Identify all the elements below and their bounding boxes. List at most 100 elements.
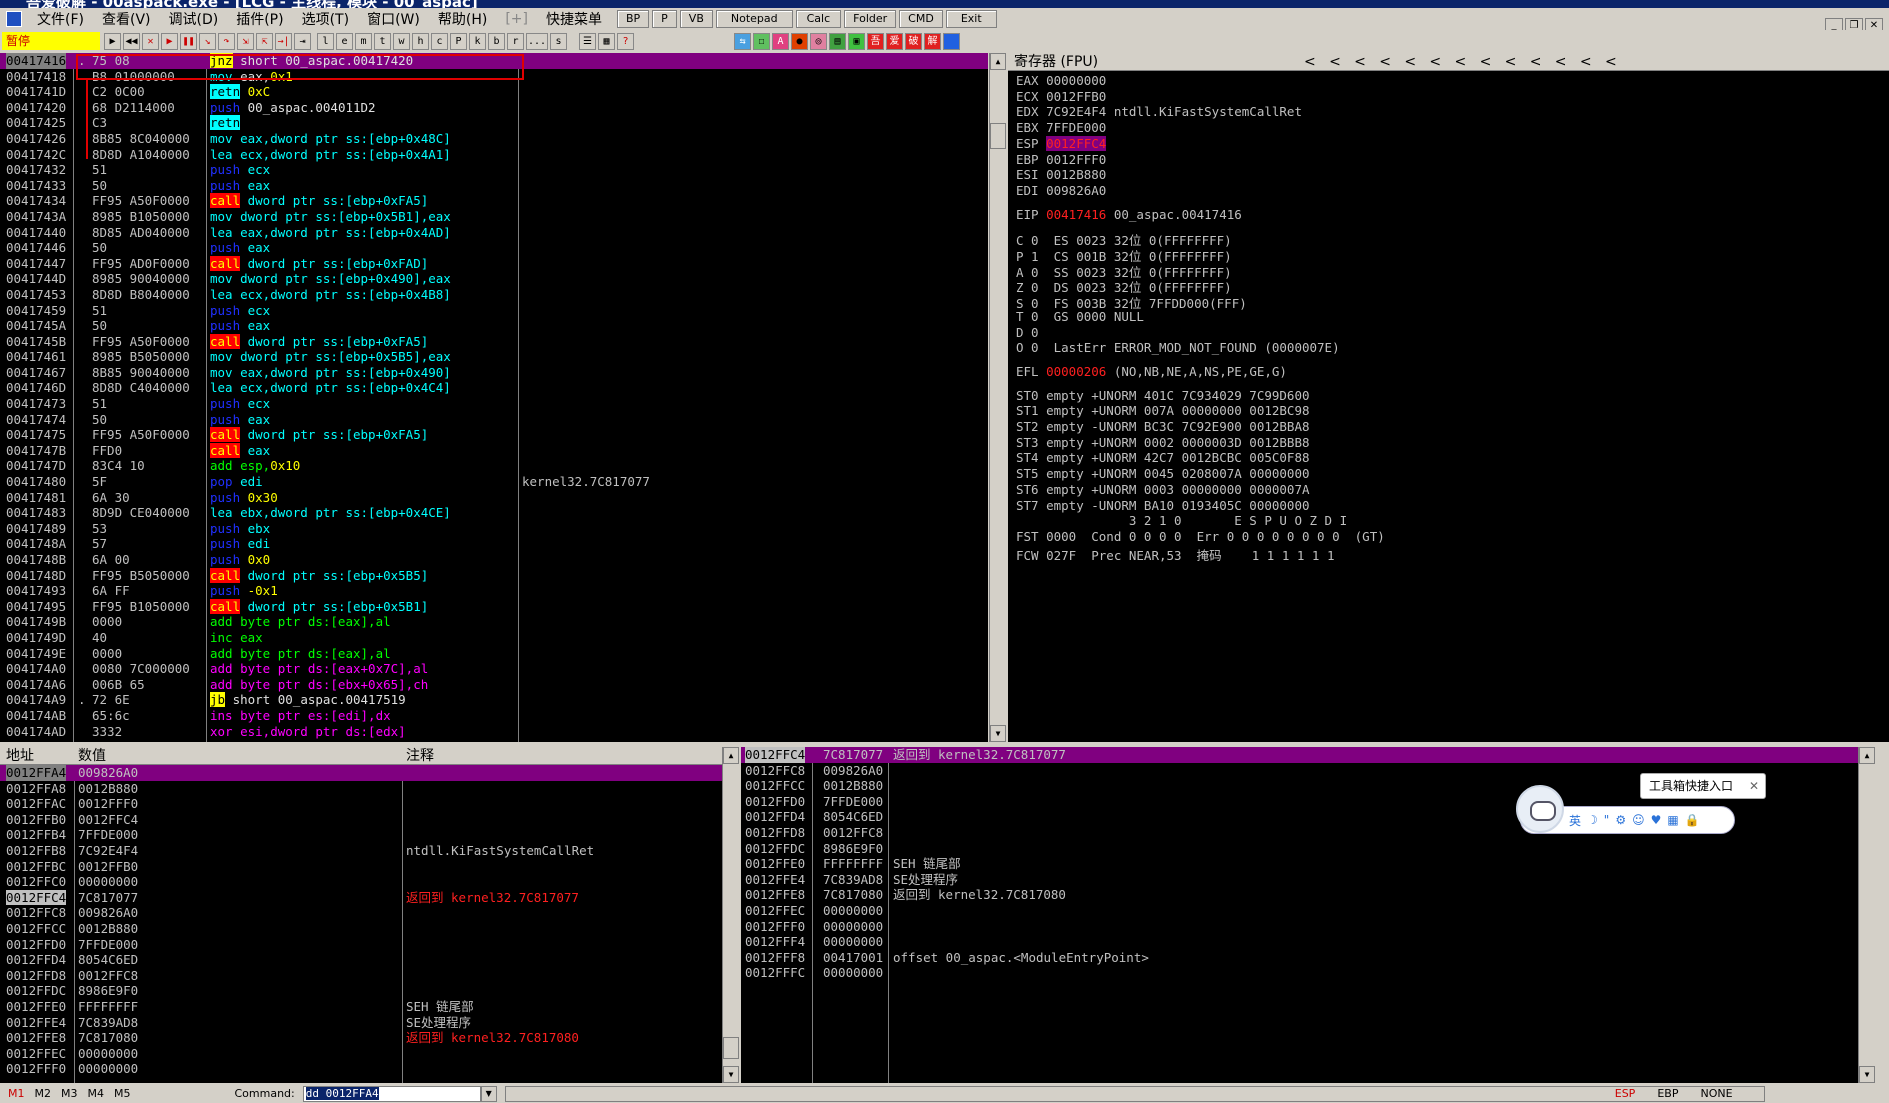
dump-row[interactable]: 0012FFB0 0012FFC4 [0,812,722,828]
stack-row[interactable]: 0012FFE4 7C839AD8 SE处理程序 [741,872,1858,888]
flag-line[interactable]: T 0 GS 0000 NULL [1016,309,1144,324]
scroll-up-icon[interactable]: ▲ [990,53,1006,70]
disasm-row[interactable]: 0041747B FFD0 call eax [0,442,988,459]
disasm-row[interactable]: 00417480 5F pop edi kernel32.7C817077 [0,474,988,490]
disasm-row[interactable]: 004174A9. 72 6E jb short 00_aspac.00417519 [0,692,988,708]
fpu-line[interactable]: ST0 empty +UNORM 401C 7C934029 7C99D600 [1016,388,1310,403]
disasm-row[interactable]: 004174AB 65:6c ins byte ptr es:[edi],dx [0,708,988,724]
registers-pane[interactable]: 寄存器 (FPU) < < < < < < < < < < < < < EAX … [1008,53,1889,742]
quick-folder-button[interactable]: Folder [844,9,897,28]
dump-row[interactable]: 0012FFB4 7FFDE000 [0,827,722,843]
quick-cmd-button[interactable]: CMD [899,9,943,28]
toolbox-close-icon[interactable]: ✕ [1749,774,1759,798]
disasm-row[interactable]: 00417475 FF95 A50F0000 call dword ptr ss:[… [0,427,988,443]
flag-line[interactable]: O 0 LastErr ERROR_MOD_NOT_FOUND (0000007… [1016,340,1340,355]
eip-line[interactable]: EIP 00417416 00_aspac.00417416 [1016,207,1242,222]
disasm-row[interactable]: 00417446 50 push eax [0,240,988,256]
disasm-row[interactable]: 004174A0 0080 7C000000 add byte ptr ds:[ea… [0,661,988,677]
toolbar-letter-b[interactable]: b [488,32,505,50]
dump-row[interactable]: 0012FFC8 009826A0 [0,905,722,921]
app-icon[interactable] [6,10,22,27]
disasm-row[interactable]: 00417440 8D85 AD040000 lea eax,dword ptr s… [0,225,988,241]
rewind-icon[interactable]: ◀◀ [123,32,140,50]
toolbar-letter-c[interactable]: c [431,32,448,50]
plugin-icon-5[interactable]: ◎ [810,32,827,50]
disasm-row[interactable]: 0041748B 6A 00 push 0x0 [0,552,988,568]
disasm-row[interactable]: 0041749D 40 inc eax [0,630,988,646]
quick-p-button[interactable]: P [652,9,677,28]
step-over-icon[interactable]: ↷ [218,32,235,50]
stack-row[interactable]: 0012FFE0 FFFFFFFF SEH 链尾部 [741,856,1858,872]
register-line[interactable]: EAX 00000000 [1016,73,1106,88]
toolbar-letter-dots[interactable]: ... [526,32,548,50]
dump-scroll-thumb[interactable] [723,1037,739,1059]
fpu-line[interactable]: ST3 empty +UNORM 0002 0000003D 0012BBB8 [1016,435,1310,450]
help-icon[interactable]: ? [617,32,634,50]
stack-scroll-down-icon[interactable]: ▼ [1859,1066,1875,1083]
close-process-icon[interactable]: ✕ [142,32,159,50]
disasm-row[interactable]: 0041746D 8D8D C4040000 lea ecx,dword ptr s… [0,380,988,396]
dump-row[interactable]: 0012FFF0 00000000 [0,1061,722,1077]
plugin-icon-3[interactable]: A [772,32,789,50]
stack-scroll-up-icon[interactable]: ▲ [1859,747,1875,764]
dump-col-value[interactable]: 数值 [78,747,106,765]
efl-line[interactable]: EFL 00000206 (NO,NB,NE,A,NS,PE,GE,G) [1016,364,1287,379]
goto-icon[interactable]: ⇥ [294,32,311,50]
flag-line[interactable]: D 0 [1016,325,1039,340]
register-line[interactable]: EDI 009826A0 [1016,183,1106,198]
fpu-line[interactable]: ST2 empty -UNORM BC3C 7C92E900 0012BBA8 [1016,419,1310,434]
dump-row[interactable]: 0012FFD4 8054C6ED [0,952,722,968]
step-into-icon[interactable]: ↘ [199,32,216,50]
toolbar-letter-r[interactable]: r [507,32,524,50]
toolbar-letter-m[interactable]: m [355,32,372,50]
disasm-row[interactable]: 0041743A 8985 B1050000 mov dword ptr ss:[e… [0,209,988,225]
toolbox-item-skin[interactable]: ♥ [1651,813,1662,827]
dump-row[interactable]: 0012FFE4 7C839AD8 SE处理程序 [0,1015,722,1031]
disasm-row[interactable]: 00417495 FF95 B1050000 call dword ptr ss:[… [0,598,988,615]
disasm-row[interactable]: 0041749E 0000 add byte ptr ds:[eax],al [0,646,988,662]
disasm-row[interactable]: 00417426 8B85 8C040000 mov eax,dword ptr s… [0,131,988,147]
disasm-row[interactable]: 0041741D C2 0C00 retn 0xC [0,84,988,100]
dump-col-comment[interactable]: 注释 [406,747,434,765]
stack-row[interactable]: 0012FFDC 8986E9F0 [741,841,1858,857]
dump-row[interactable]: 0012FFC4 7C817077 返回到 kernel32.7C817077 [0,889,722,906]
plugin-icon-11[interactable]: 解 [924,32,941,50]
disasm-row[interactable]: 0041747D 83C4 10 add esp,0x10 [0,458,988,474]
disasm-row[interactable]: 00417461 8985 B5050000 mov dword ptr ss:[e… [0,349,988,365]
disasm-row[interactable]: 00417489 53 push ebx [0,521,988,537]
marker-m2[interactable]: M2 [35,1087,52,1100]
dump-row[interactable]: 0012FFAC 0012FFF0 [0,796,722,812]
toolbar-letter-h[interactable]: h [412,32,429,50]
toolbar-letter-w[interactable]: w [393,32,410,50]
dump-row[interactable]: 0012FFD0 7FFDE000 [0,937,722,953]
disasm-row[interactable]: 00417447 FF95 AD0F0000 call dword ptr ss:[… [0,255,988,272]
disasm-row[interactable]: 00417434 FF95 A50F0000 call dword ptr ss:[… [0,193,988,209]
dump-row[interactable]: 0012FFE8 7C817080 返回到 kernel32.7C817080 [0,1030,722,1046]
open-icon[interactable]: ▶ [104,32,121,50]
disassembly-pane[interactable]: 00417416. 75 08 jnz short 00_aspac.0041742… [0,53,988,742]
dump-col-address[interactable]: 地址 [6,747,34,765]
stack-row[interactable]: 0012FFFC 00000000 [741,965,1858,981]
fpu-line[interactable]: ST5 empty +UNORM 0045 0208007A 00000000 [1016,466,1310,481]
toolbar-letter-l[interactable]: l [317,32,334,50]
fpu-line[interactable]: ST1 empty +UNORM 007A 00000000 0012BC98 [1016,403,1310,418]
disasm-row[interactable]: 00417459 51 push ecx [0,303,988,319]
menu-plugins[interactable]: 插件(P) [227,9,292,29]
plugin-icon-7[interactable]: ▣ [848,32,865,50]
register-line[interactable]: EBP 0012FFF0 [1016,152,1106,167]
menu-debug[interactable]: 调试(D) [160,9,228,29]
menu-window[interactable]: 窗口(W) [358,9,429,29]
fpu-line[interactable]: FST 0000 Cond 0 0 0 0 Err 0 0 0 0 0 0 0 … [1016,529,1385,544]
plugin-icon-9[interactable]: 爱 [886,32,903,50]
trace-over-icon[interactable]: ⇱ [256,32,273,50]
stack-row[interactable]: 0012FFF0 00000000 [741,919,1858,935]
disasm-scrollbar[interactable]: ▲ ▼ [989,53,1006,742]
stack-scrollbar[interactable]: ▲ ▼ [1858,747,1875,1083]
toolbar-letter-s[interactable]: s [550,32,567,50]
stack-row[interactable]: 0012FFC4 7C817077 返回到 kernel32.7C817077 [741,747,1858,763]
dump-row[interactable]: 0012FFE0 FFFFFFFF SEH 链尾部 [0,999,722,1015]
execute-till-return-icon[interactable]: →| [275,32,292,50]
plugin-icon-12[interactable] [943,32,960,50]
register-line[interactable]: ESP 0012FFC4 [1016,135,1107,151]
menu-quick[interactable]: 快捷菜单 [537,9,611,29]
